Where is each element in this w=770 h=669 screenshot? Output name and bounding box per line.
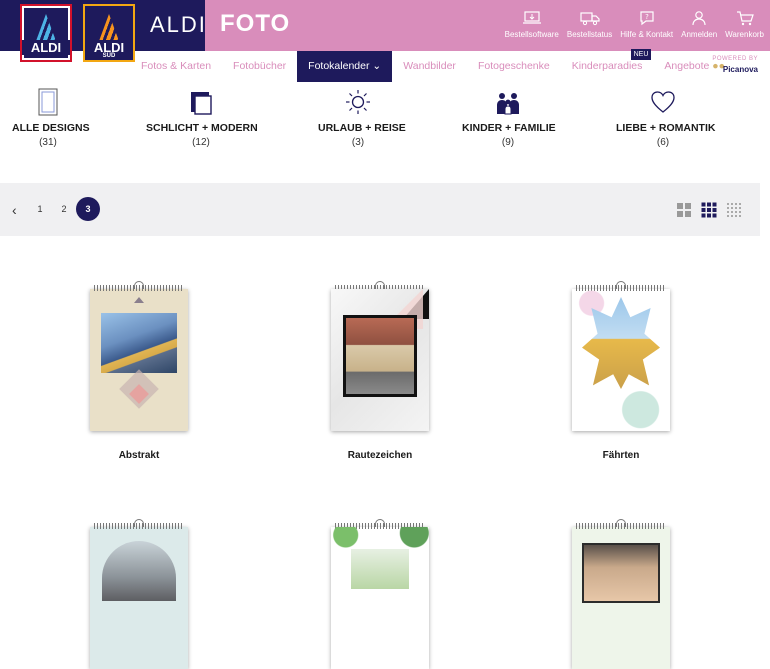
view-toggle xyxy=(676,202,742,218)
calendar-row2-2-image[interactable] xyxy=(331,519,429,669)
laptop-icon xyxy=(522,11,541,24)
help-contact-link[interactable]: ? Hilfe & Kontakt xyxy=(620,10,673,39)
svg-text:?: ? xyxy=(645,13,649,21)
calendar-abstrakt-image[interactable] xyxy=(90,281,188,431)
nav-fotogeschenke[interactable]: Fotogeschenke xyxy=(467,51,561,82)
pagination-bar: ‹ 1 2 3 xyxy=(0,183,760,236)
calendar-faehrten-image[interactable] xyxy=(572,281,670,431)
brand-name: ALDI xyxy=(150,12,207,37)
calendar-rautezeichen-image[interactable] xyxy=(331,281,429,431)
category-urlaub-reise[interactable]: URLAUB + REISE (3) xyxy=(318,88,406,148)
page-1[interactable]: 1 xyxy=(28,197,52,221)
new-badge: NEU xyxy=(630,49,652,60)
product-title[interactable]: Abstrakt xyxy=(59,450,219,461)
heart-icon xyxy=(651,91,675,113)
grid-small-icon[interactable] xyxy=(726,202,742,218)
frame-icon xyxy=(38,88,58,116)
category-all-designs[interactable]: ALLE DESIGNS (31) xyxy=(12,88,90,148)
nav-fotobuecher[interactable]: Fotobücher xyxy=(222,51,297,82)
cart-link[interactable]: Warenkorb xyxy=(725,10,764,39)
truck-icon xyxy=(579,12,600,26)
top-bar: ALDI ALDI SÜD ALDI FOTO Bestellsoftware … xyxy=(0,0,770,62)
nav-kinderparadies[interactable]: Kinderparadies NEU xyxy=(561,49,654,82)
grid-medium-icon[interactable] xyxy=(701,202,717,218)
page-3[interactable]: 3 xyxy=(76,197,100,221)
order-status-link[interactable]: Bestellstatus xyxy=(567,10,612,39)
header-links: Bestellsoftware Bestellstatus ? Hilfe & … xyxy=(505,10,764,39)
chevron-down-icon: ⌄ xyxy=(372,60,382,72)
category-schlicht-modern[interactable]: SCHLICHT + MODERN (12) xyxy=(146,88,258,148)
aldi-sued-logo[interactable]: ALDI SÜD xyxy=(83,4,135,62)
category-liebe-romantik[interactable]: LIEBE + ROMANTIK (6) xyxy=(616,88,715,148)
chat-icon: ? xyxy=(640,11,654,26)
nav-fotos-karten[interactable]: Fotos & Karten xyxy=(130,51,222,82)
product-title[interactable]: Rautezeichen xyxy=(300,450,460,461)
nav-wandbilder[interactable]: Wandbilder xyxy=(392,51,467,82)
nav-fotokalender[interactable]: Fotokalender ⌄ xyxy=(297,51,393,82)
chevron-left-icon[interactable]: ‹ xyxy=(12,202,17,218)
picanova-logo: Picanova xyxy=(722,65,758,74)
family-icon xyxy=(497,93,519,115)
category-filter: ALLE DESIGNS (31) SCHLICHT + MODERN (12)… xyxy=(0,88,770,152)
layers-icon xyxy=(191,92,212,115)
order-software-link[interactable]: Bestellsoftware xyxy=(505,10,559,39)
page-2[interactable]: 2 xyxy=(52,197,76,221)
product-title[interactable]: Fährten xyxy=(541,450,701,461)
section-title: FOTO xyxy=(220,10,291,37)
calendar-row2-1-image[interactable] xyxy=(90,519,188,669)
login-link[interactable]: Anmelden xyxy=(681,10,717,39)
calendar-row2-3-image[interactable] xyxy=(572,519,670,669)
powered-by: POWERED BY Picanova xyxy=(712,56,758,74)
category-kinder-familie[interactable]: KINDER + FAMILIE (9) xyxy=(462,88,556,148)
grid-large-icon[interactable] xyxy=(676,202,692,218)
cart-icon xyxy=(736,11,754,26)
sun-icon xyxy=(346,90,370,114)
user-icon xyxy=(692,11,706,26)
main-nav: Fotos & Karten Fotobücher Fotokalender ⌄… xyxy=(130,49,736,82)
aldi-nord-logo[interactable]: ALDI xyxy=(20,4,72,62)
